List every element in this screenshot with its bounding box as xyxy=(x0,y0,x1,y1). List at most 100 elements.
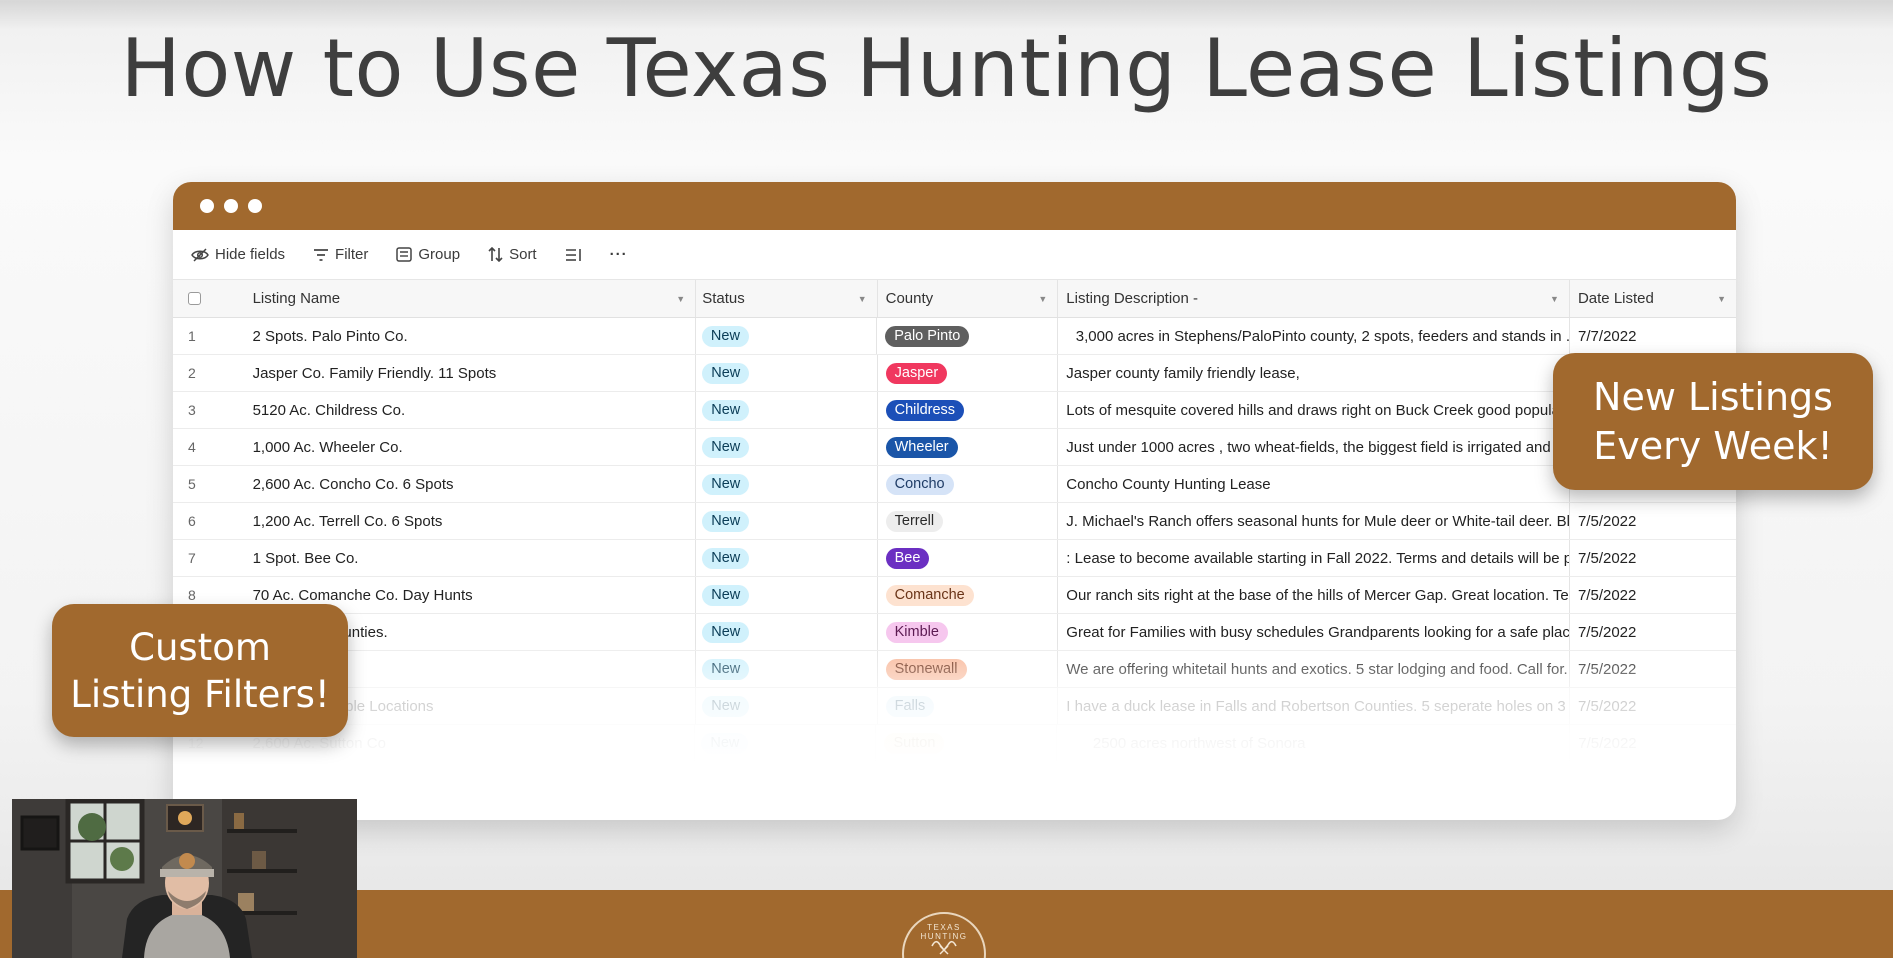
sort-button[interactable]: Sort xyxy=(488,246,537,263)
window-dot-2[interactable] xyxy=(224,199,238,213)
row-number-cell[interactable]: 7 xyxy=(173,540,241,576)
column-header-listing-name[interactable]: Listing Name ▼ xyxy=(241,280,697,317)
status-cell[interactable]: New xyxy=(696,392,878,428)
chevron-down-icon[interactable]: ▼ xyxy=(1717,294,1726,304)
table-row[interactable]: 9s. Multiple Counties.NewKimbleGreat for… xyxy=(173,614,1736,651)
table-row[interactable]: 8 70 Ac. Comanche Co. Day Hunts New Comanch… xyxy=(173,577,1736,614)
group-icon xyxy=(396,247,413,262)
description-cell[interactable]: We are offering whitetail hunts and exot… xyxy=(1058,651,1570,687)
county-cell[interactable]: Palo Pinto xyxy=(877,318,1058,354)
county-badge: Comanche xyxy=(885,584,974,606)
status-cell[interactable]: New xyxy=(696,614,878,650)
row-number-cell[interactable]: 2 xyxy=(173,355,241,391)
status-cell[interactable]: New xyxy=(696,355,878,391)
county-cell[interactable]: Jasper xyxy=(878,355,1059,391)
table-row[interactable]: 12 2,600 Ac. Sutton Co New Sutton 2500 acres… xyxy=(173,725,1736,762)
column-header-date-listed[interactable]: Date Listed ▼ xyxy=(1570,280,1736,317)
chevron-down-icon[interactable]: ▼ xyxy=(676,294,685,304)
description-cell[interactable]: Jasper county family friendly lease, xyxy=(1058,355,1570,391)
sort-icon xyxy=(488,247,503,262)
hide-fields-button[interactable]: Hide fields xyxy=(191,246,285,263)
county-badge: Concho xyxy=(885,473,954,495)
date-listed-cell[interactable]: 7/5/2022 xyxy=(1570,503,1736,539)
group-button[interactable]: Group xyxy=(396,246,460,263)
chevron-down-icon[interactable]: ▼ xyxy=(858,294,867,304)
description-cell[interactable]: 3,000 acres in Stephens/PaloPinto county… xyxy=(1058,318,1571,354)
county-badge: Jasper xyxy=(885,362,948,384)
status-cell[interactable]: New xyxy=(695,725,877,761)
status-cell[interactable]: New xyxy=(696,577,878,613)
date-listed-cell[interactable]: 7/5/2022 xyxy=(1570,577,1736,613)
county-cell[interactable]: Sutton xyxy=(876,725,1057,761)
status-badge: New xyxy=(702,621,750,643)
status-cell[interactable]: New xyxy=(696,651,878,687)
county-cell[interactable]: Bee xyxy=(878,540,1059,576)
column-header-status[interactable]: Status ▼ xyxy=(696,280,878,317)
county-cell[interactable]: Concho xyxy=(878,466,1059,502)
row-number-cell[interactable]: 6 xyxy=(173,503,241,539)
row-number-cell[interactable]: 1 xyxy=(173,318,241,354)
status-cell[interactable]: New xyxy=(696,503,878,539)
date-listed: 7/5/2022 xyxy=(1577,586,1637,604)
date-listed-cell[interactable]: 7/5/2022 xyxy=(1570,725,1736,761)
filter-button[interactable]: Filter xyxy=(313,246,368,263)
table-row[interactable]: 2 Jasper Co. Family Friendly. 11 Spots New… xyxy=(173,355,1736,392)
county-cell[interactable]: Kimble xyxy=(878,614,1059,650)
window-dot-3[interactable] xyxy=(248,199,262,213)
date-listed-cell[interactable]: 7/5/2022 xyxy=(1570,651,1736,687)
listing-description: Lots of mesquite covered hills and draws… xyxy=(1066,401,1570,419)
description-cell[interactable]: 2500 acres northwest of Sonora xyxy=(1057,725,1571,761)
description-cell[interactable]: Our ranch sits right at the base of the … xyxy=(1058,577,1570,613)
listing-name-cell[interactable]: 1,200 Ac. Terrell Co. 6 Spots xyxy=(241,503,697,539)
date-listed-cell[interactable]: 7/5/2022 xyxy=(1570,688,1736,724)
row-height-button[interactable] xyxy=(565,248,582,262)
description-cell[interactable]: : Lease to become available starting in … xyxy=(1058,540,1570,576)
window-dot-1[interactable] xyxy=(200,199,214,213)
status-cell[interactable]: New xyxy=(696,688,878,724)
listing-name-cell[interactable]: 5120 Ac. Childress Co. xyxy=(241,392,697,428)
chevron-down-icon[interactable]: ▼ xyxy=(1550,294,1559,304)
chevron-down-icon[interactable]: ▼ xyxy=(1038,294,1047,304)
county-cell[interactable]: Childress xyxy=(878,392,1059,428)
date-listed-cell[interactable]: 7/5/2022 xyxy=(1570,540,1736,576)
county-cell[interactable]: Comanche xyxy=(878,577,1059,613)
table-row[interactable]: 11k Lease. Multiple LocationsNewFallsI h… xyxy=(173,688,1736,725)
select-all-checkbox[interactable] xyxy=(188,292,201,305)
table-row[interactable]: 5 2,600 Ac. Concho Co. 6 Spots New Concho Co… xyxy=(173,466,1736,503)
listing-name-cell[interactable]: 2 Spots. Palo Pinto Co. xyxy=(241,318,696,354)
row-number-cell[interactable]: 3 xyxy=(173,392,241,428)
county-cell[interactable]: Falls xyxy=(878,688,1059,724)
description-cell[interactable]: Just under 1000 acres , two wheat-fields… xyxy=(1058,429,1570,465)
select-all-cell[interactable] xyxy=(173,280,241,317)
status-cell[interactable]: New xyxy=(696,318,878,354)
status-cell[interactable]: New xyxy=(696,466,878,502)
row-number-cell[interactable]: 5 xyxy=(173,466,241,502)
listing-name-cell[interactable]: Jasper Co. Family Friendly. 11 Spots xyxy=(241,355,697,391)
status-cell[interactable]: New xyxy=(696,429,878,465)
row-number-cell[interactable]: 4 xyxy=(173,429,241,465)
description-cell[interactable]: Great for Families with busy schedules G… xyxy=(1058,614,1570,650)
table-row[interactable]: 10. Day LeaseNewStonewallWe are offering… xyxy=(173,651,1736,688)
table-row[interactable]: 4 1,000 Ac. Wheeler Co. New Wheeler Just und… xyxy=(173,429,1736,466)
column-header-description[interactable]: Listing Description - ▼ xyxy=(1058,280,1570,317)
date-listed-cell[interactable]: 7/7/2022 xyxy=(1570,318,1736,354)
table-row[interactable]: 1 2 Spots. Palo Pinto Co. New Palo Pinto 3,0… xyxy=(173,318,1736,355)
status-cell[interactable]: New xyxy=(696,540,878,576)
listing-name-cell[interactable]: 1 Spot. Bee Co. xyxy=(241,540,697,576)
description-cell[interactable]: I have a duck lease in Falls and Roberts… xyxy=(1058,688,1570,724)
description-cell[interactable]: Concho County Hunting Lease xyxy=(1058,466,1570,502)
table-row[interactable]: 6 1,200 Ac. Terrell Co. 6 Spots New Terrell… xyxy=(173,503,1736,540)
county-cell[interactable]: Wheeler xyxy=(878,429,1059,465)
more-options-button[interactable]: ··· xyxy=(610,246,628,263)
listing-name-cell[interactable]: 2,600 Ac. Concho Co. 6 Spots xyxy=(241,466,697,502)
column-header-county[interactable]: County ▼ xyxy=(878,280,1059,317)
county-cell[interactable]: Terrell xyxy=(878,503,1059,539)
description-cell[interactable]: Lots of mesquite covered hills and draws… xyxy=(1058,392,1570,428)
table-row[interactable]: 3 5120 Ac. Childress Co. New Childress Lots … xyxy=(173,392,1736,429)
county-cell[interactable]: Stonewall xyxy=(878,651,1059,687)
description-cell[interactable]: J. Michael's Ranch offers seasonal hunts… xyxy=(1058,503,1570,539)
date-listed-cell[interactable]: 7/5/2022 xyxy=(1570,614,1736,650)
listing-name-cell[interactable]: 1,000 Ac. Wheeler Co. xyxy=(241,429,697,465)
table-row[interactable]: 7 1 Spot. Bee Co. New Bee: Lease to become … xyxy=(173,540,1736,577)
row-number: 5 xyxy=(188,476,196,492)
